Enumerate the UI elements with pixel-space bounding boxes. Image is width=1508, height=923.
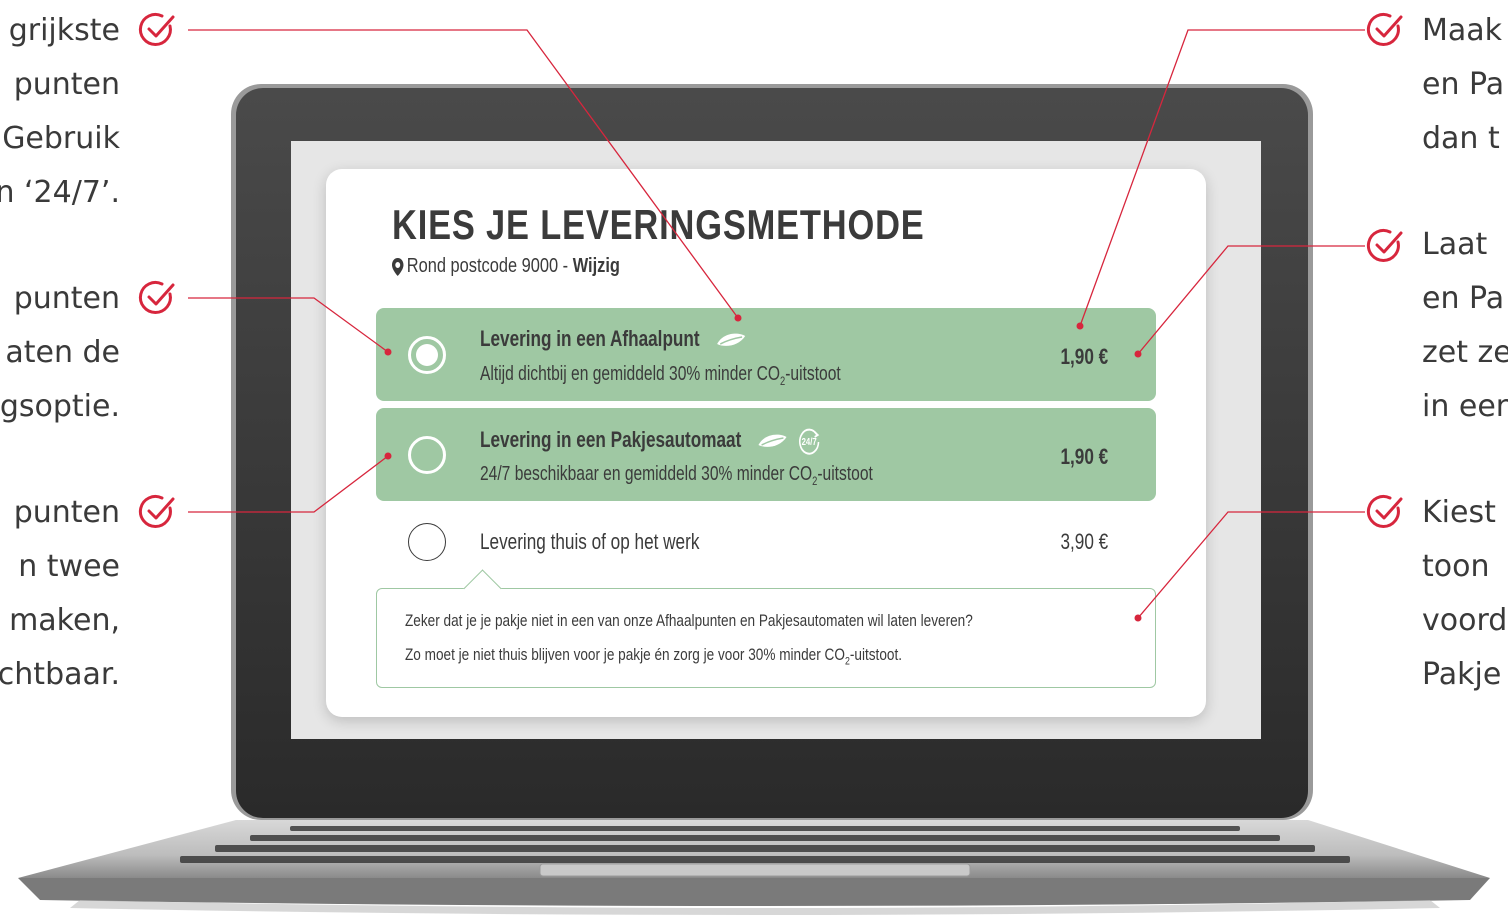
- option-price: 3,90 €: [1060, 529, 1108, 554]
- option-price: 1,90 €: [1060, 444, 1108, 469]
- location-pin-icon: [392, 257, 404, 276]
- option-thuis[interactable]: Levering thuis of op het werk 3,90 €: [376, 509, 1156, 579]
- tooltip-line-1: Zeker dat je je pakje niet in een van on…: [405, 611, 973, 630]
- laptop-screen: KIES JE LEVERINGSMETHODE Rond postcode 9…: [291, 141, 1261, 739]
- left-annotation-3: punten n twee maken, chtbaar.: [0, 495, 120, 692]
- badge-24-7: 24/7: [802, 436, 817, 447]
- option-title: Levering thuis of op het werk: [480, 529, 700, 554]
- left-annotation-1: grijkste punten Gebruik n ‘24/7’.: [0, 13, 120, 210]
- home-delivery-tooltip: Zeker dat je je pakje niet in een van on…: [376, 569, 1156, 688]
- left-annotation-2: punten aten de gsoptie.: [0, 281, 120, 424]
- delivery-method-card: KIES JE LEVERINGSMETHODE Rond postcode 9…: [326, 169, 1206, 717]
- radio-thuis[interactable]: [408, 523, 446, 561]
- option-pakjesautomaat[interactable]: Levering in een Pakjesautomaat 24/7 24/7…: [376, 408, 1156, 501]
- option-title: Levering in een Afhaalpunt: [480, 326, 747, 352]
- option-afhaalpunt[interactable]: Levering in een Afhaalpunt Altijd dichtb…: [376, 308, 1156, 401]
- right-annotation-3: Kiest toon voord Pakje: [1422, 495, 1508, 692]
- tooltip-line-2: Zo moet je niet thuis blijven voor je pa…: [405, 645, 903, 668]
- leaf-icon: [758, 434, 787, 447]
- page-title: KIES JE LEVERINGSMETHODE: [392, 201, 925, 248]
- radio-afhaalpunt[interactable]: [408, 336, 446, 374]
- option-subtitle: 24/7 beschikbaar en gemiddeld 30% minder…: [480, 463, 873, 488]
- location-text: Rond postcode 9000 -: [406, 255, 573, 277]
- change-location-link[interactable]: Wijzig: [573, 255, 620, 277]
- location-line: Rond postcode 9000 - Wijzig: [392, 255, 620, 278]
- right-annotation-1: Maak en Pa dan t: [1422, 13, 1505, 156]
- 24-7-icon: 24/7: [799, 428, 820, 455]
- right-annotation-2: Laat en Pa zet ze in een: [1422, 227, 1508, 424]
- option-price: 1,90 €: [1060, 344, 1108, 369]
- option-title: Levering in een Pakjesautomaat 24/7: [480, 426, 821, 456]
- leaf-icon: [716, 333, 745, 347]
- option-subtitle: Altijd dichtbij en gemiddeld 30% minder …: [480, 363, 841, 388]
- radio-pakjesautomaat[interactable]: [408, 436, 446, 474]
